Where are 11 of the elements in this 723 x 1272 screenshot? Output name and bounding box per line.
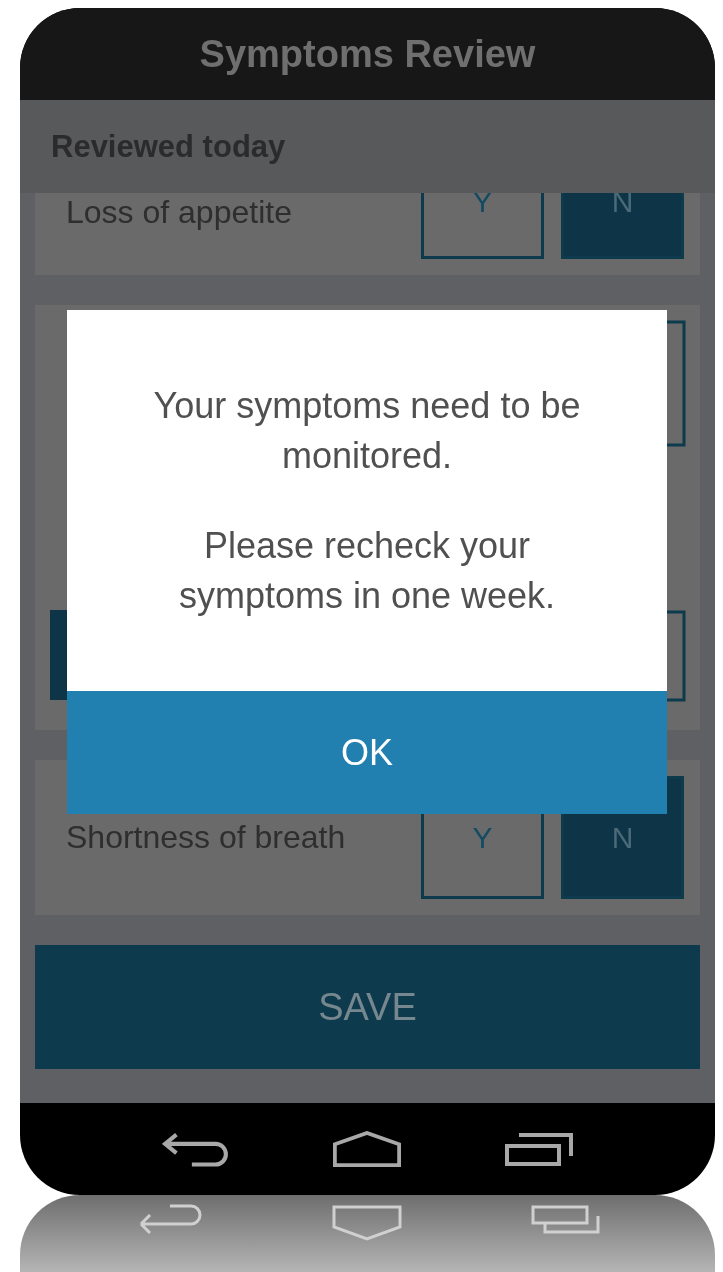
- answer-button[interactable]: N: [561, 193, 684, 259]
- dialog-message: Please recheck your symptoms in one week.: [177, 523, 557, 618]
- dialog-message: Your symptoms need to be monitored.: [152, 383, 582, 478]
- save-button[interactable]: SAVE: [35, 945, 700, 1069]
- home-icon[interactable]: [333, 1131, 402, 1167]
- ok-button[interactable]: OK: [67, 691, 667, 814]
- back-icon[interactable]: [161, 1131, 230, 1167]
- symptom-label: Loss of appetite: [66, 193, 292, 231]
- symptom-label: Shortness of breath: [66, 819, 346, 856]
- recent-apps-icon[interactable]: [505, 1131, 574, 1167]
- screen-title: Symptoms Review: [199, 32, 536, 76]
